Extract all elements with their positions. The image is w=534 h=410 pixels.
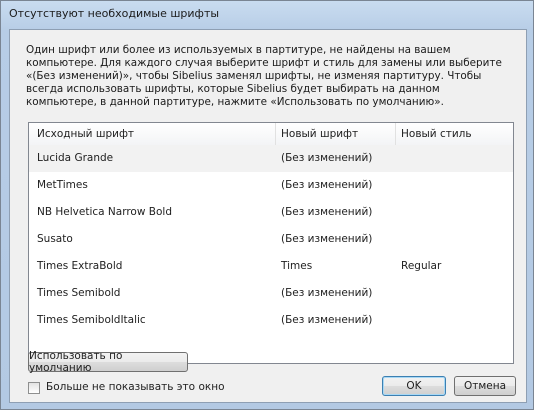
table-header: Исходный шрифт Новый шрифт Новый стиль bbox=[29, 123, 513, 146]
header-source-font[interactable]: Исходный шрифт bbox=[37, 128, 134, 140]
table-row[interactable]: NB Helvetica Narrow Bold (Без изменений) bbox=[29, 199, 513, 226]
font-substitution-table[interactable]: Исходный шрифт Новый шрифт Новый стиль L… bbox=[28, 122, 514, 364]
table-row[interactable]: Lucida Grande (Без изменений) bbox=[29, 145, 513, 172]
table-row[interactable]: Times SemiboldItalic (Без изменений) bbox=[29, 307, 513, 334]
table-row[interactable]: Times ExtraBold Times Regular bbox=[29, 253, 513, 280]
table-row[interactable]: MetTimes (Без изменений) bbox=[29, 172, 513, 199]
dont-show-again-label[interactable]: Больше не показывать это окно bbox=[46, 381, 225, 393]
table-row[interactable]: Susato (Без изменений) bbox=[29, 226, 513, 253]
window-title: Отсутствуют необходимые шрифты bbox=[9, 7, 220, 20]
source-font-cell: Susato bbox=[37, 233, 73, 245]
use-default-button[interactable]: Использовать по умолчанию bbox=[28, 350, 188, 374]
new-style-cell[interactable]: Regular bbox=[401, 260, 441, 272]
new-font-cell[interactable]: (Без изменений) bbox=[281, 233, 372, 245]
table-row[interactable]: Times Semibold (Без изменений) bbox=[29, 280, 513, 307]
ok-button[interactable]: OK bbox=[382, 376, 446, 396]
header-new-style[interactable]: Новый стиль bbox=[401, 128, 472, 140]
source-font-cell: Lucida Grande bbox=[37, 152, 114, 164]
dialog-body: Один шрифт или более из используемых в п… bbox=[9, 29, 527, 403]
source-font-cell: Times SemiboldItalic bbox=[37, 314, 146, 326]
cancel-button[interactable]: Отмена bbox=[454, 376, 516, 396]
new-font-cell[interactable]: (Без изменений) bbox=[281, 314, 372, 326]
new-font-cell[interactable]: (Без изменений) bbox=[281, 152, 372, 164]
source-font-cell: MetTimes bbox=[37, 179, 88, 191]
column-divider[interactable] bbox=[395, 123, 396, 145]
new-font-cell[interactable]: Times bbox=[281, 260, 312, 272]
source-font-cell: Times Semibold bbox=[37, 287, 121, 299]
source-font-cell: Times ExtraBold bbox=[37, 260, 123, 272]
header-new-font[interactable]: Новый шрифт bbox=[281, 128, 358, 140]
info-message: Один шрифт или более из используемых в п… bbox=[26, 44, 502, 108]
title-bar[interactable]: Отсутствуют необходимые шрифты bbox=[1, 1, 533, 27]
new-font-cell[interactable]: (Без изменений) bbox=[281, 206, 372, 218]
missing-fonts-dialog: Отсутствуют необходимые шрифты Один шриф… bbox=[0, 0, 534, 410]
new-font-cell[interactable]: (Без изменений) bbox=[281, 287, 372, 299]
dont-show-again-checkbox[interactable] bbox=[28, 382, 40, 394]
new-font-cell[interactable]: (Без изменений) bbox=[281, 179, 372, 191]
column-divider[interactable] bbox=[275, 123, 276, 145]
source-font-cell: NB Helvetica Narrow Bold bbox=[37, 206, 172, 218]
